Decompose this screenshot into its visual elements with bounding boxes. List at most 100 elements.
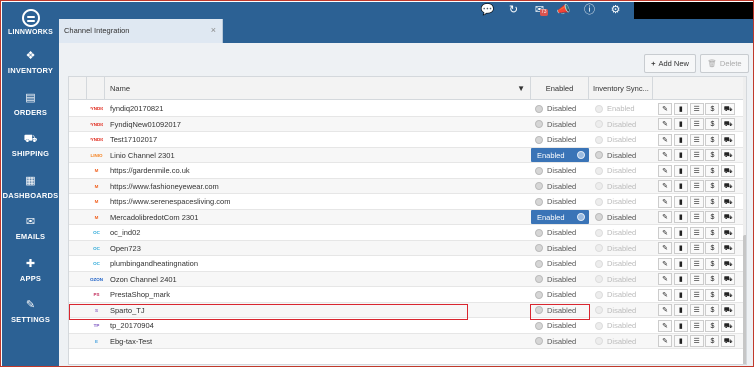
table-row[interactable]: LINIO Linio Channel 2301 Enabled Disabled ✎ ▮… — [69, 147, 746, 163]
inventory-sync-toggle[interactable]: Enabled — [595, 104, 635, 113]
enabled-toggle[interactable]: Disabled — [535, 337, 576, 346]
edit-icon[interactable]: ✎ — [658, 304, 672, 316]
list-icon[interactable]: ☰ — [689, 195, 704, 208]
enabled-toggle[interactable]: Disabled — [535, 259, 576, 268]
edit-icon[interactable]: ✎ — [658, 102, 672, 115]
dollar-icon[interactable]: $ — [705, 304, 720, 316]
list-icon[interactable]: ☰ — [689, 164, 704, 177]
inventory-sync-toggle[interactable]: Disabled — [595, 228, 636, 237]
dollar-icon[interactable]: $ — [705, 195, 720, 208]
edit-icon[interactable]: ✎ — [658, 242, 672, 254]
book-icon[interactable]: ▮ — [673, 288, 688, 301]
truck-icon[interactable]: ⛟ — [721, 335, 736, 347]
sidebar-item-settings[interactable]: ✎ SETTINGS — [2, 291, 59, 333]
list-icon[interactable]: ☰ — [689, 273, 704, 285]
table-row[interactable]: OZON Ozon Channel 2401 Disabled Disabled ✎ ▮ ☰… — [69, 271, 746, 287]
table-row[interactable]: OC Open723 Disabled Disabled ✎ ▮ ☰ $ ⛟ — [69, 240, 746, 256]
dollar-icon[interactable]: $ — [705, 133, 720, 146]
table-row[interactable]: PS PrestaShop_mark Disabled Disabled ✎ ▮ ☰ $ ⛟ — [69, 287, 746, 303]
dollar-icon[interactable]: $ — [705, 180, 720, 192]
list-icon[interactable]: ☰ — [689, 288, 704, 301]
table-row[interactable]: Mhttps://www.serenespacesliving.com Disab… — [69, 194, 746, 210]
inventory-sync-toggle[interactable]: Disabled — [595, 290, 636, 299]
book-icon[interactable]: ▮ — [673, 180, 688, 192]
book-icon[interactable]: ▮ — [673, 335, 688, 347]
truck-icon[interactable]: ⛟ — [721, 319, 736, 332]
sidebar-item-emails[interactable]: ✉ EMAILS — [2, 208, 59, 250]
edit-icon[interactable]: ✎ — [658, 226, 672, 239]
dollar-icon[interactable]: $ — [705, 257, 720, 270]
table-row[interactable]: OC oc_ind02 Disabled Disabled ✎ ▮ ☰ $ ⛟ — [69, 225, 746, 241]
edit-icon[interactable]: ✎ — [658, 288, 672, 301]
dollar-icon[interactable]: $ — [705, 102, 720, 115]
list-icon[interactable]: ☰ — [689, 118, 704, 130]
truck-icon[interactable]: ⛟ — [721, 242, 736, 254]
list-icon[interactable]: ☰ — [689, 304, 704, 316]
table-row[interactable]: OC plumbingandheatingnation Disabled Disabl… — [69, 256, 746, 272]
table-row[interactable]: M MercadolibredotCom 2301 Enabled Disabled ✎… — [69, 209, 746, 225]
enabled-toggle[interactable]: Disabled — [535, 244, 576, 253]
inventory-sync-toggle[interactable]: Disabled — [595, 337, 636, 346]
enabled-toggle[interactable]: Disabled — [535, 290, 576, 299]
scrollbar-thumb[interactable] — [743, 235, 746, 364]
inventory-sync-toggle[interactable]: Disabled — [595, 306, 636, 315]
close-tab-icon[interactable]: × — [211, 25, 216, 35]
edit-icon[interactable]: ✎ — [658, 164, 672, 177]
sidebar-item-apps[interactable]: ✚ APPS — [2, 250, 59, 292]
enabled-toggle[interactable]: Disabled — [535, 120, 576, 129]
enabled-toggle[interactable]: Disabled — [535, 166, 576, 175]
truck-icon[interactable]: ⛟ — [721, 180, 736, 192]
truck-icon[interactable]: ⛟ — [721, 273, 736, 285]
truck-icon[interactable]: ⛟ — [721, 149, 736, 161]
dollar-icon[interactable]: $ — [705, 226, 720, 239]
header-select[interactable] — [69, 77, 87, 100]
header-name[interactable]: Name ▼ — [105, 77, 531, 100]
list-icon[interactable]: ☰ — [689, 180, 704, 192]
list-icon[interactable]: ☰ — [689, 242, 704, 254]
list-icon[interactable]: ☰ — [689, 226, 704, 239]
linnworks-logo[interactable]: LINNWORKS — [2, 2, 59, 42]
enabled-toggle[interactable]: Enabled — [531, 210, 589, 224]
tab-channel-integration[interactable]: Channel Integration × — [59, 19, 223, 43]
enabled-toggle[interactable]: Disabled — [535, 321, 576, 330]
truck-icon[interactable]: ⛟ — [721, 118, 736, 130]
edit-icon[interactable]: ✎ — [658, 257, 672, 270]
chat-icon[interactable]: 💬 — [480, 3, 495, 18]
book-icon[interactable]: ▮ — [673, 226, 688, 239]
truck-icon[interactable]: ⛟ — [721, 257, 736, 270]
delete-button[interactable]: 🗑 Delete — [700, 54, 749, 73]
inventory-sync-toggle[interactable]: Disabled — [595, 244, 636, 253]
edit-icon[interactable]: ✎ — [658, 149, 672, 161]
inventory-sync-toggle[interactable]: Disabled — [595, 135, 636, 144]
inventory-sync-toggle[interactable]: Disabled — [595, 321, 636, 330]
gear-icon[interactable]: ⚙ — [608, 3, 623, 18]
list-icon[interactable]: ☰ — [689, 102, 704, 115]
inventory-sync-toggle[interactable]: Disabled — [595, 197, 636, 206]
book-icon[interactable]: ▮ — [673, 118, 688, 130]
truck-icon[interactable]: ⛟ — [721, 102, 736, 115]
book-icon[interactable]: ▮ — [673, 242, 688, 254]
dollar-icon[interactable]: $ — [705, 149, 720, 161]
truck-icon[interactable]: ⛟ — [721, 164, 736, 177]
list-icon[interactable]: ☰ — [689, 257, 704, 270]
enabled-toggle[interactable]: Disabled — [535, 135, 576, 144]
list-icon[interactable]: ☰ — [689, 319, 704, 332]
list-icon[interactable]: ☰ — [689, 211, 704, 223]
edit-icon[interactable]: ✎ — [658, 211, 672, 223]
inventory-sync-toggle[interactable]: Disabled — [595, 151, 636, 160]
edit-icon[interactable]: ✎ — [658, 319, 672, 332]
truck-icon[interactable]: ⛟ — [721, 195, 736, 208]
refresh-icon[interactable]: ↻ — [506, 3, 521, 18]
book-icon[interactable]: ▮ — [673, 133, 688, 146]
list-icon[interactable]: ☰ — [689, 149, 704, 161]
dollar-icon[interactable]: $ — [705, 335, 720, 347]
table-row[interactable]: FYNDIQ FyndiqNew01092017 Disabled Disabled ✎… — [69, 116, 746, 132]
help-icon[interactable]: ⓘ — [582, 3, 597, 18]
enabled-toggle[interactable]: Disabled — [535, 228, 576, 237]
truck-icon[interactable]: ⛟ — [721, 304, 736, 316]
header-enabled[interactable]: Enabled — [531, 77, 589, 100]
megaphone-icon[interactable]: 📣 — [556, 3, 571, 18]
inventory-sync-toggle[interactable]: Disabled — [595, 275, 636, 284]
sidebar-item-shipping[interactable]: ⛟ SHIPPING — [2, 125, 59, 167]
inventory-sync-toggle[interactable]: Disabled — [595, 259, 636, 268]
